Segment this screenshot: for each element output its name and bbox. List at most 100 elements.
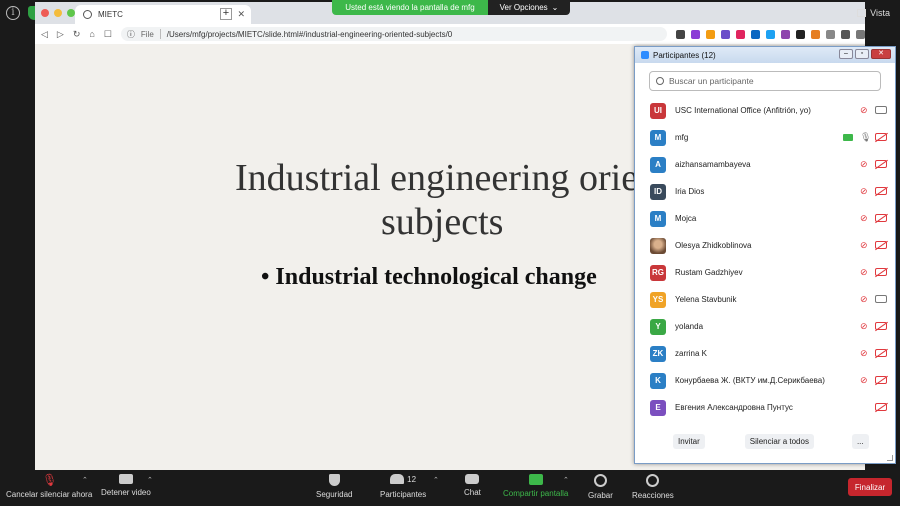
participants-button[interactable]: 12 Participantes [380, 474, 426, 499]
participant-avatar: K [650, 372, 666, 389]
muted-microphone-icon[interactable]: ⊘ [860, 106, 869, 116]
participant-name: mfg [675, 133, 689, 142]
reload-icon[interactable]: ↻ [73, 29, 81, 40]
muted-microphone-icon[interactable]: ⊘ [860, 160, 869, 170]
restore-icon[interactable]: ▫ [855, 49, 869, 59]
participant-photo-avatar [650, 237, 666, 254]
video-off-icon[interactable] [875, 349, 887, 357]
grid-view-icon [857, 9, 867, 17]
view-label: Vista [870, 8, 890, 18]
video-off-icon[interactable] [875, 187, 887, 195]
rss-icon[interactable] [706, 29, 715, 39]
home-icon[interactable]: ⌂ [89, 29, 94, 39]
puzzle-icon[interactable] [841, 29, 850, 39]
participant-row[interactable]: M Mojca ⊘ [635, 205, 895, 232]
participant-row[interactable]: ZK zarrina K ⊘ [635, 340, 895, 367]
muted-microphone-icon[interactable]: ⊘ [860, 241, 869, 251]
resize-handle[interactable] [887, 455, 893, 461]
muted-microphone-icon[interactable]: ⊘ [860, 349, 869, 359]
close-dot-icon[interactable] [41, 9, 49, 17]
participant-row[interactable]: YS Yelena Stavbunik ⊘ [635, 286, 895, 313]
extension-icon[interactable] [721, 29, 730, 39]
extension-icon[interactable] [691, 29, 700, 39]
menu-icon[interactable] [856, 29, 865, 39]
muted-microphone-icon[interactable]: ⊘ [860, 268, 869, 278]
invite-button[interactable]: Invitar [673, 434, 705, 449]
mute-all-button[interactable]: Silenciar a todos [744, 434, 814, 449]
end-meeting-button[interactable]: Finalizar [848, 478, 892, 496]
panel-window-buttons: – ▫ ✕ [839, 49, 891, 59]
github-icon[interactable] [796, 29, 805, 39]
participant-row[interactable]: UI USC International Office (Anfitrión, y… [635, 97, 895, 124]
participants-caret-icon[interactable]: ⌃ [433, 476, 439, 484]
video-off-icon[interactable] [875, 133, 887, 141]
muted-microphone-icon[interactable]: ⊘ [860, 187, 869, 197]
video-off-icon[interactable] [875, 268, 887, 276]
info-circle-icon: ⓘ [126, 29, 135, 39]
participant-avatar: M [650, 210, 666, 227]
participant-row[interactable]: Aaizhansamambayeva ⊘ [635, 151, 895, 178]
brave-shield-icon[interactable] [676, 29, 685, 39]
video-options-caret-icon[interactable]: ⌃ [147, 476, 153, 484]
video-off-icon[interactable] [875, 160, 887, 168]
extension-icon[interactable] [826, 29, 835, 39]
reactions-button[interactable]: Reacciones [632, 474, 674, 500]
record-button[interactable]: Grabar [588, 474, 613, 500]
share-screen-button[interactable]: Compartir pantalla [503, 474, 568, 498]
share-options-caret-icon[interactable]: ⌃ [563, 476, 569, 484]
extension-icon[interactable] [781, 29, 790, 39]
muted-microphone-icon[interactable]: ⊘ [860, 214, 869, 224]
new-tab-button[interactable]: + [220, 8, 232, 20]
extension-icon[interactable] [766, 29, 775, 39]
bookmark-icon[interactable]: ☐ [104, 29, 112, 40]
participant-name: Olesya Zhidkoblinova [675, 241, 752, 250]
address-bar[interactable]: ⓘ File /Users/mfg/projects/MIETC/slide.h… [120, 27, 667, 41]
linkedin-icon[interactable] [751, 29, 760, 39]
participant-row[interactable]: E Евгения Александровна Пунтус [635, 394, 895, 421]
close-tab-icon[interactable]: ✕ [237, 9, 245, 20]
participant-row[interactable]: ID Iria Dios ⊘ [635, 178, 895, 205]
video-off-icon[interactable] [875, 214, 887, 222]
unmute-button[interactable]: 🎙 Cancelar silenciar ahora [6, 474, 92, 499]
video-camera-icon[interactable] [875, 295, 887, 303]
browser-toolbar: ◁ ▷ ↻ ⌂ ☐ ⓘ File /Users/mfg/projects/MIE… [35, 24, 865, 44]
participant-row[interactable]: K Конурбаева Ж. (ВКТУ им.Д.Серикбаева) ⊘ [635, 367, 895, 394]
stop-video-button[interactable]: Detener video [101, 474, 151, 497]
forward-icon[interactable]: ▷ [57, 29, 64, 40]
unmute-label: Cancelar silenciar ahora [6, 490, 93, 499]
more-options-button[interactable]: ... [851, 434, 869, 449]
maximize-dot-icon[interactable] [67, 9, 75, 17]
muted-microphone-icon[interactable]: ⊘ [860, 322, 869, 332]
extension-icon[interactable] [811, 29, 820, 39]
security-button[interactable]: Seguridad [316, 474, 352, 499]
participant-name: Rustam Gadzhiyev [675, 268, 743, 277]
video-off-icon[interactable] [875, 403, 887, 411]
chat-bubble-icon [465, 474, 480, 484]
participant-row[interactable]: Mmfg 🎙 [635, 124, 895, 151]
video-camera-icon[interactable] [875, 106, 887, 114]
view-options-button[interactable]: Ver Opciones ⌄ [488, 0, 570, 15]
minimize-dot-icon[interactable] [54, 9, 62, 17]
close-icon[interactable]: ✕ [871, 49, 891, 59]
participant-name: Конурбаева Ж. (ВКТУ им.Д.Серикбаева) [675, 376, 825, 385]
participant-row[interactable]: RG Rustam Gadzhiyev ⊘ [635, 259, 895, 286]
participant-row[interactable]: Olesya Zhidkoblinova ⊘ [635, 232, 895, 259]
participant-avatar: RG [650, 264, 666, 281]
extension-icon[interactable] [736, 29, 745, 39]
audio-options-caret-icon[interactable]: ⌃ [82, 476, 88, 484]
video-off-icon[interactable] [875, 322, 887, 330]
video-off-icon[interactable] [875, 376, 887, 384]
video-off-icon[interactable] [875, 241, 887, 249]
participant-row[interactable]: Yyolanda ⊘ [635, 313, 895, 340]
muted-microphone-icon[interactable]: ⊘ [860, 376, 869, 386]
url-separator [159, 29, 161, 39]
participants-list: UI USC International Office (Anfitrión, y… [635, 97, 895, 421]
chat-button[interactable]: Chat [464, 474, 481, 497]
minimize-icon[interactable]: – [839, 49, 853, 59]
participant-search-input[interactable]: Buscar un participante [649, 71, 881, 91]
muted-microphone-icon[interactable]: ⊘ [860, 295, 869, 305]
view-button[interactable]: Vista [857, 8, 890, 18]
back-icon[interactable]: ◁ [41, 29, 48, 40]
microphone-icon[interactable]: 🎙 [860, 133, 871, 143]
info-icon[interactable]: i [6, 6, 20, 20]
